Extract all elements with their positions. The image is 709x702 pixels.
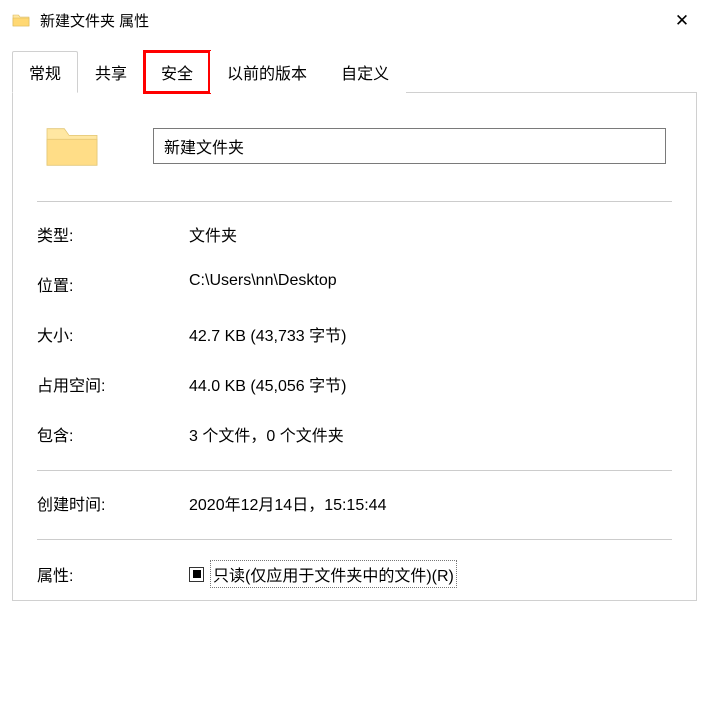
label-size: 大小: bbox=[37, 322, 189, 346]
header-row bbox=[37, 121, 672, 171]
dialog-body: 常规 共享 安全 以前的版本 自定义 类型: 文件夹 位置: C:\Users\ bbox=[0, 40, 709, 601]
label-location: 位置: bbox=[37, 272, 189, 296]
readonly-checkbox[interactable] bbox=[189, 567, 204, 582]
value-size-on-disk: 44.0 KB (45,056 字节) bbox=[189, 372, 346, 396]
tab-sharing[interactable]: 共享 bbox=[78, 51, 144, 93]
value-type: 文件夹 bbox=[189, 222, 237, 246]
row-created: 创建时间: 2020年12月14日，15:15:44 bbox=[37, 491, 672, 515]
tab-content-general: 类型: 文件夹 位置: C:\Users\nn\Desktop 大小: 42.7… bbox=[12, 93, 697, 601]
row-size: 大小: 42.7 KB (43,733 字节) bbox=[37, 322, 672, 346]
label-size-on-disk: 占用空间: bbox=[37, 372, 189, 396]
close-icon: ✕ bbox=[675, 11, 689, 31]
value-size: 42.7 KB (43,733 字节) bbox=[189, 322, 346, 346]
readonly-checkbox-wrap: 只读(仅应用于文件夹中的文件)(R) bbox=[189, 560, 457, 588]
value-location: C:\Users\nn\Desktop bbox=[189, 272, 337, 296]
folder-large-icon bbox=[43, 121, 101, 171]
row-contains: 包含: 3 个文件，0 个文件夹 bbox=[37, 422, 672, 446]
tab-custom-label: 自定义 bbox=[341, 66, 389, 83]
window-title: 新建文件夹 属性 bbox=[40, 10, 149, 31]
folder-small-icon bbox=[12, 12, 30, 28]
row-attributes: 属性: 只读(仅应用于文件夹中的文件)(R) bbox=[37, 560, 672, 588]
value-created: 2020年12月14日，15:15:44 bbox=[189, 491, 386, 515]
tab-security-label: 安全 bbox=[161, 66, 193, 83]
tab-custom[interactable]: 自定义 bbox=[324, 51, 406, 93]
divider-1 bbox=[37, 201, 672, 202]
tab-general[interactable]: 常规 bbox=[12, 51, 78, 93]
label-created: 创建时间: bbox=[37, 491, 189, 515]
row-location: 位置: C:\Users\nn\Desktop bbox=[37, 272, 672, 296]
label-type: 类型: bbox=[37, 222, 189, 246]
tab-general-label: 常规 bbox=[29, 66, 61, 83]
label-contains: 包含: bbox=[37, 422, 189, 446]
tab-prev-label: 以前的版本 bbox=[227, 66, 307, 83]
info-grid-2: 创建时间: 2020年12月14日，15:15:44 bbox=[37, 491, 672, 515]
row-type: 类型: 文件夹 bbox=[37, 222, 672, 246]
tabstrip: 常规 共享 安全 以前的版本 自定义 bbox=[12, 50, 697, 93]
info-grid-1: 类型: 文件夹 位置: C:\Users\nn\Desktop 大小: 42.7… bbox=[37, 222, 672, 446]
tab-sharing-label: 共享 bbox=[95, 66, 127, 83]
tab-security[interactable]: 安全 bbox=[144, 51, 210, 93]
titlebar: 新建文件夹 属性 ✕ bbox=[0, 0, 709, 40]
divider-3 bbox=[37, 539, 672, 540]
folder-name-input[interactable] bbox=[153, 128, 666, 164]
close-button[interactable]: ✕ bbox=[667, 6, 697, 36]
label-attributes: 属性: bbox=[37, 562, 189, 586]
tab-previous-versions[interactable]: 以前的版本 bbox=[210, 51, 324, 93]
row-size-on-disk: 占用空间: 44.0 KB (45,056 字节) bbox=[37, 372, 672, 396]
value-contains: 3 个文件，0 个文件夹 bbox=[189, 422, 344, 446]
divider-2 bbox=[37, 470, 672, 471]
readonly-label[interactable]: 只读(仅应用于文件夹中的文件)(R) bbox=[210, 560, 457, 588]
